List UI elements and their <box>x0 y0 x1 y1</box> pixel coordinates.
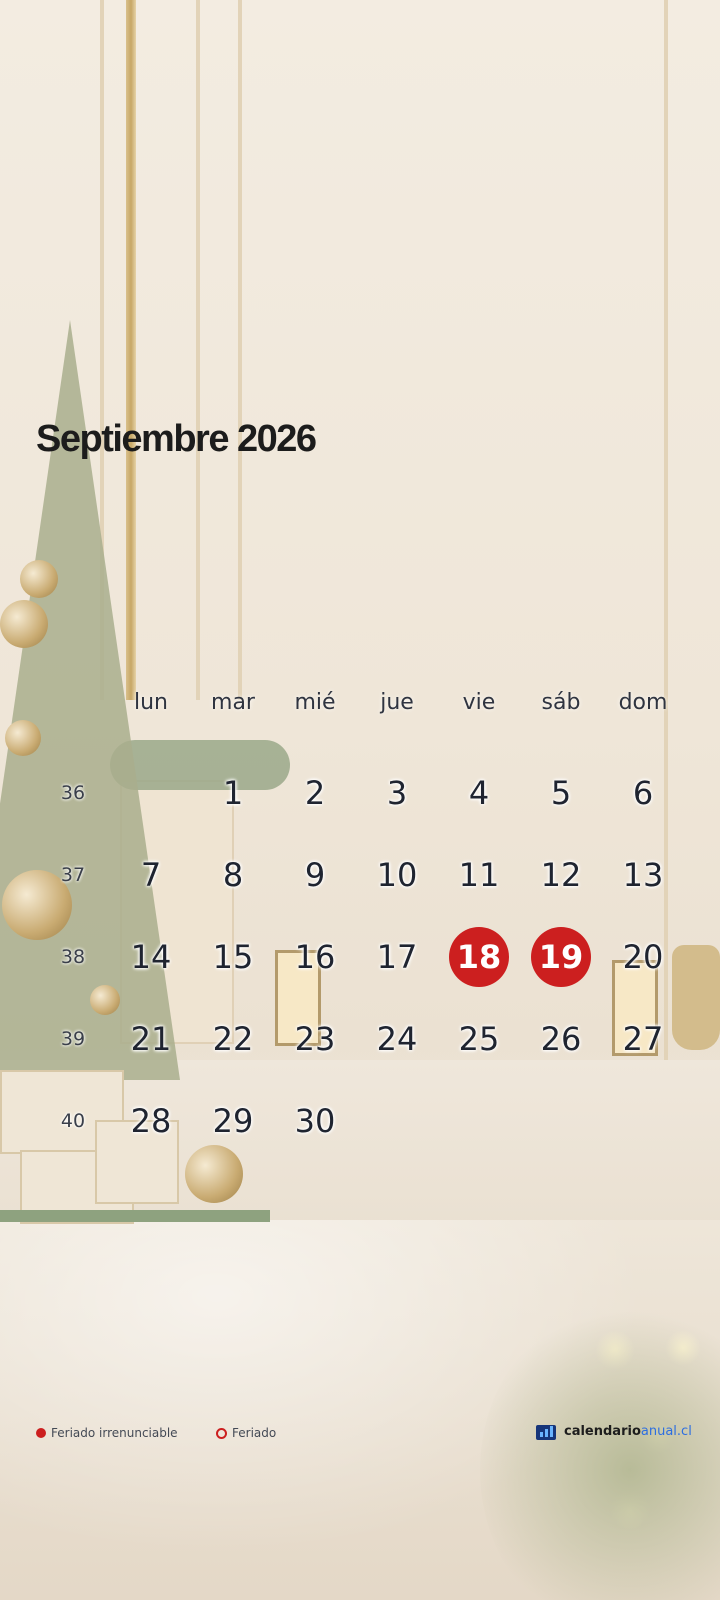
weekday-label: jue <box>380 690 414 715</box>
legend-label: Feriado irrenunciable <box>51 1426 178 1440</box>
day-cell[interactable]: 15 <box>203 927 263 987</box>
ribbon <box>0 1210 270 1222</box>
brand-name-part2: anual.cl <box>640 1423 692 1439</box>
day-cell[interactable]: 28 <box>121 1091 181 1151</box>
legend-label: Feriado <box>232 1426 277 1440</box>
weekday-label: sáb <box>541 690 581 715</box>
week-number: 37 <box>60 864 86 886</box>
weekday-header: lun mar mié jue vie sáb dom <box>0 690 720 720</box>
bauble <box>20 560 58 598</box>
bauble <box>90 985 120 1015</box>
bauble <box>0 600 48 648</box>
day-cell[interactable]: 26 <box>531 1009 591 1069</box>
wall-panel-line <box>238 0 242 700</box>
day-cell[interactable]: 12 <box>531 845 591 905</box>
day-cell[interactable]: 5 <box>531 763 591 823</box>
week-number: 40 <box>60 1110 86 1132</box>
legend-irrenunciable: Feriado irrenunciable <box>36 1425 178 1441</box>
day-cell[interactable]: 13 <box>613 845 673 905</box>
calendar-chart-icon <box>536 1422 556 1440</box>
day-cell[interactable]: 25 <box>449 1009 509 1069</box>
day-cell-holiday[interactable]: 19 <box>531 927 591 987</box>
day-cell[interactable]: 6 <box>613 763 673 823</box>
outline-dot-icon <box>216 1427 227 1439</box>
wall-panel-line <box>196 0 200 700</box>
day-cell-holiday[interactable]: 18 <box>449 927 509 987</box>
day-cell[interactable]: 29 <box>203 1091 263 1151</box>
weekday-label: dom <box>618 690 668 715</box>
week-number: 36 <box>60 782 86 804</box>
weekday-label: lun <box>134 690 168 715</box>
bauble <box>185 1145 243 1203</box>
day-cell[interactable]: 9 <box>285 845 345 905</box>
day-cell[interactable]: 14 <box>121 927 181 987</box>
brand-name-part1: calendario <box>564 1423 641 1439</box>
day-cell[interactable]: 2 <box>285 763 345 823</box>
filled-dot-icon <box>36 1428 46 1438</box>
day-cell[interactable]: 11 <box>449 845 509 905</box>
day-cell[interactable]: 22 <box>203 1009 263 1069</box>
month-title: Septiembre 2026 <box>36 418 317 460</box>
bauble <box>5 720 41 756</box>
day-cell[interactable]: 4 <box>449 763 509 823</box>
weekday-label: mié <box>294 690 336 715</box>
day-cell[interactable]: 21 <box>121 1009 181 1069</box>
week-number: 39 <box>60 1028 86 1050</box>
day-cell[interactable]: 17 <box>367 927 427 987</box>
day-cell[interactable]: 24 <box>367 1009 427 1069</box>
week-number: 38 <box>60 946 86 968</box>
day-cell[interactable]: 20 <box>613 927 673 987</box>
christmas-background <box>0 0 720 1600</box>
legend-feriado: Feriado <box>216 1425 276 1441</box>
vase <box>672 945 720 1050</box>
day-cell[interactable]: 27 <box>613 1009 673 1069</box>
day-cell[interactable]: 16 <box>285 927 345 987</box>
wall-panel-line <box>664 0 668 1060</box>
weekday-label: vie <box>462 690 496 715</box>
weekday-label: mar <box>211 690 255 715</box>
day-cell[interactable]: 1 <box>203 763 263 823</box>
day-cell[interactable]: 30 <box>285 1091 345 1151</box>
day-cell[interactable]: 10 <box>367 845 427 905</box>
brand-logo[interactable]: calendario anual.cl <box>536 1422 692 1440</box>
day-cell[interactable]: 23 <box>285 1009 345 1069</box>
day-cell[interactable]: 3 <box>367 763 427 823</box>
day-cell[interactable]: 7 <box>121 845 181 905</box>
day-cell[interactable]: 8 <box>203 845 263 905</box>
